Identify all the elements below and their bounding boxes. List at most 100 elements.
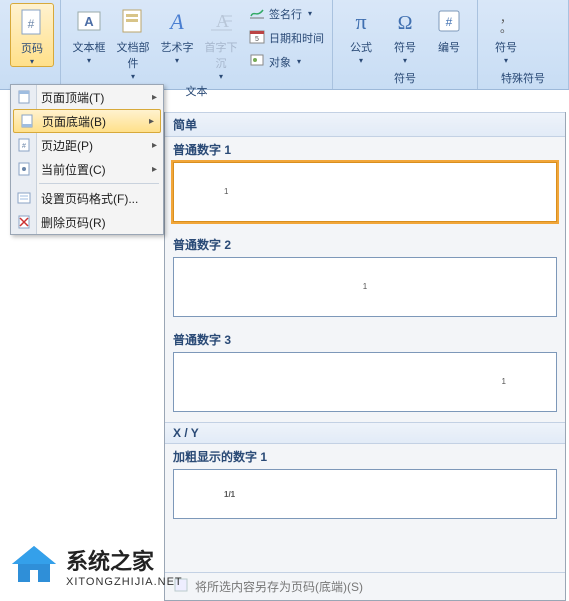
svg-text:#: # bbox=[22, 143, 26, 150]
svg-text:Ω: Ω bbox=[398, 12, 413, 34]
svg-text:#: # bbox=[446, 15, 453, 29]
number-label: 编号 bbox=[438, 39, 460, 55]
gallery-item-plain-1-label: 普通数字 1 bbox=[165, 137, 565, 160]
menu-top-label: 页面顶端(T) bbox=[41, 89, 104, 106]
gallery-item-bold-1-label: 加粗显示的数字 1 bbox=[165, 444, 565, 467]
calendar-icon: 5 bbox=[249, 28, 265, 47]
page-bottom-icon bbox=[19, 113, 35, 129]
wordart-label: 艺术字 bbox=[161, 39, 194, 55]
menu-separator bbox=[39, 183, 159, 184]
special-symbol-icon: ，。 bbox=[490, 5, 522, 37]
docparts-label: 文档部件 bbox=[113, 39, 153, 71]
page-number-label: 页码 bbox=[21, 40, 43, 56]
menu-item-remove-page-numbers[interactable]: 删除页码(R) bbox=[11, 210, 163, 234]
signature-line-button[interactable]: 签名行 ▾ bbox=[247, 3, 326, 24]
chevron-down-icon: ▾ bbox=[87, 56, 91, 65]
submenu-arrow-icon: ▸ bbox=[152, 164, 157, 175]
svg-text:。: 。 bbox=[500, 21, 512, 35]
page-number-button[interactable]: # 页码 ▾ bbox=[10, 3, 54, 67]
menu-item-current-position[interactable]: 当前位置(C) ▸ bbox=[11, 157, 163, 181]
gallery-item-plain-2-label: 普通数字 2 bbox=[165, 232, 565, 255]
chevron-down-icon: ▾ bbox=[30, 57, 34, 66]
menu-bottom-label: 页面底端(B) bbox=[42, 113, 106, 130]
chevron-down-icon: ▾ bbox=[403, 56, 407, 65]
menu-item-top-of-page[interactable]: 页面顶端(T) ▸ bbox=[11, 85, 163, 109]
sample-number: 1 bbox=[224, 187, 228, 196]
docparts-button[interactable]: 文档部件 ▾ bbox=[111, 3, 155, 81]
group-special-label: 特殊符号 bbox=[484, 68, 562, 89]
menu-margins-label: 页边距(P) bbox=[41, 137, 93, 154]
datetime-button[interactable]: 5 日期和时间 bbox=[247, 27, 326, 48]
page-number-icon: # bbox=[16, 6, 48, 38]
special-label: 符号 bbox=[495, 39, 517, 55]
gallery-footer-label: 将所选内容另存为页码(底端)(S) bbox=[195, 578, 363, 595]
gallery-item-bold-1[interactable]: 1/1 bbox=[173, 469, 557, 519]
docparts-icon bbox=[117, 5, 149, 37]
object-label: 对象 bbox=[269, 54, 291, 70]
signature-icon bbox=[249, 4, 265, 23]
menu-format-label: 设置页码格式(F)... bbox=[41, 190, 138, 207]
gallery-section-simple: 简单 bbox=[165, 112, 565, 137]
datetime-label: 日期和时间 bbox=[269, 30, 324, 46]
equation-label: 公式 bbox=[350, 39, 372, 55]
object-icon bbox=[249, 52, 265, 71]
chevron-down-icon: ▾ bbox=[504, 56, 508, 65]
submenu-arrow-icon: ▸ bbox=[149, 116, 154, 127]
svg-text:π: π bbox=[355, 9, 366, 34]
sample-number: 1 bbox=[363, 282, 367, 291]
svg-text:5: 5 bbox=[255, 36, 259, 43]
submenu-arrow-icon: ▸ bbox=[152, 140, 157, 151]
textbox-icon: A bbox=[73, 5, 105, 37]
sample-number: 1/1 bbox=[224, 490, 235, 499]
symbol-button[interactable]: Ω 符号 ▾ bbox=[383, 3, 427, 65]
chevron-down-icon: ▾ bbox=[219, 72, 223, 81]
chevron-down-icon: ▾ bbox=[131, 72, 135, 81]
gallery-section-xy: X / Y bbox=[165, 422, 565, 444]
pi-icon: π bbox=[345, 5, 377, 37]
number-button[interactable]: # 编号 bbox=[427, 3, 471, 55]
menu-item-bottom-of-page[interactable]: 页面底端(B) ▸ bbox=[13, 109, 161, 133]
watermark: 系统之家 XITONGZHIJIA.NET bbox=[10, 542, 183, 589]
signature-label: 签名行 bbox=[269, 6, 302, 22]
gallery-item-plain-3[interactable]: 1 bbox=[173, 352, 557, 412]
format-icon bbox=[16, 190, 32, 206]
ribbon: # 页码 ▾ A 文本框 ▾ 文档部件 ▾ bbox=[0, 0, 569, 90]
house-icon bbox=[10, 542, 58, 589]
page-number-gallery: 简单 普通数字 1 1 普通数字 2 1 普通数字 3 1 X / Y 加粗显示… bbox=[164, 112, 566, 601]
omega-icon: Ω bbox=[389, 5, 421, 37]
menu-item-page-margins[interactable]: # 页边距(P) ▸ bbox=[11, 133, 163, 157]
dropcap-label: 首字下沉 bbox=[201, 39, 241, 71]
wordart-button[interactable]: A 艺术字 ▾ bbox=[155, 3, 199, 65]
equation-button[interactable]: π 公式 ▾ bbox=[339, 3, 383, 65]
gallery-item-plain-3-label: 普通数字 3 bbox=[165, 327, 565, 350]
watermark-title: 系统之家 bbox=[66, 544, 183, 576]
current-position-icon bbox=[16, 161, 32, 177]
dropcap-button[interactable]: A 首字下沉 ▾ bbox=[199, 3, 243, 81]
submenu-arrow-icon: ▸ bbox=[152, 92, 157, 103]
gallery-footer[interactable]: 将所选内容另存为页码(底端)(S) bbox=[165, 572, 565, 600]
textbox-label: 文本框 bbox=[73, 39, 106, 55]
gallery-item-plain-1[interactable]: 1 bbox=[173, 162, 557, 222]
page-top-icon bbox=[16, 89, 32, 105]
gallery-item-plain-2[interactable]: 1 bbox=[173, 257, 557, 317]
wordart-icon: A bbox=[161, 5, 193, 37]
svg-text:A: A bbox=[84, 14, 94, 29]
remove-icon bbox=[16, 214, 32, 230]
number-icon: # bbox=[433, 5, 465, 37]
textbox-button[interactable]: A 文本框 ▾ bbox=[67, 3, 111, 65]
special-symbol-button[interactable]: ，。 符号 ▾ bbox=[484, 3, 528, 65]
chevron-down-icon: ▾ bbox=[297, 57, 301, 66]
object-button[interactable]: 对象 ▾ bbox=[247, 51, 326, 72]
symbol-label: 符号 bbox=[394, 39, 416, 55]
page-margins-icon: # bbox=[16, 137, 32, 153]
page-number-menu: 页面顶端(T) ▸ 页面底端(B) ▸ # 页边距(P) ▸ 当前位置(C) ▸… bbox=[10, 84, 164, 235]
chevron-down-icon: ▾ bbox=[359, 56, 363, 65]
menu-item-format-page-numbers[interactable]: 设置页码格式(F)... bbox=[11, 186, 163, 210]
sample-number: 1 bbox=[502, 377, 506, 386]
dropcap-icon: A bbox=[205, 5, 237, 37]
chevron-down-icon: ▾ bbox=[308, 9, 312, 18]
menu-remove-label: 删除页码(R) bbox=[41, 214, 106, 231]
svg-text:#: # bbox=[28, 17, 35, 31]
svg-text:A: A bbox=[168, 9, 184, 34]
menu-current-label: 当前位置(C) bbox=[41, 161, 106, 178]
